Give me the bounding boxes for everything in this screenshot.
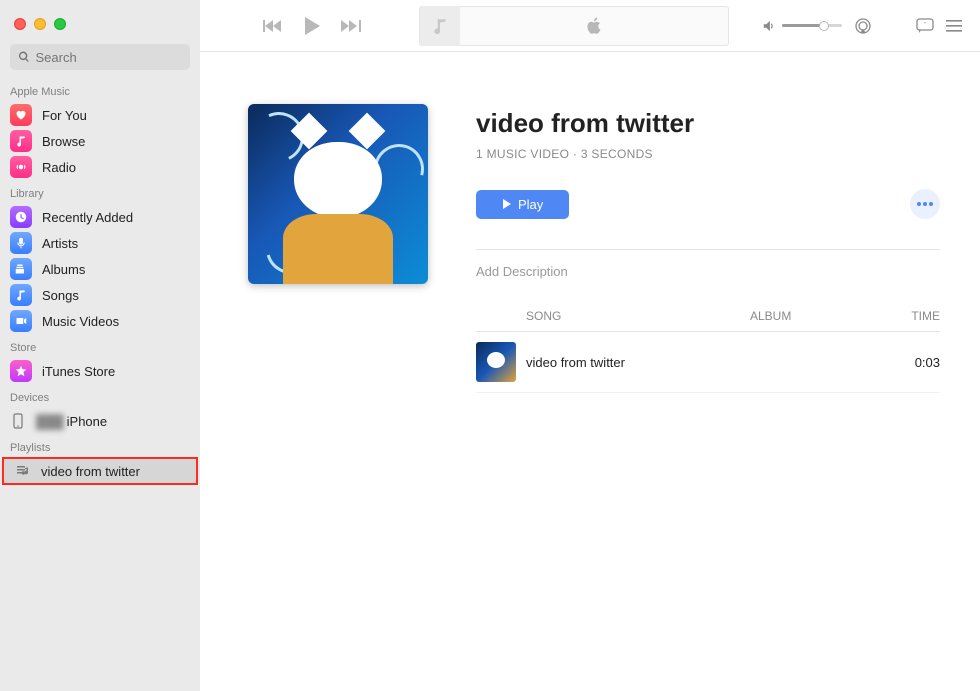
more-icon [917,202,933,206]
track-thumbnail [476,342,516,382]
volume-icon [762,19,776,33]
track-table-header: SONG ALBUM TIME [476,301,940,332]
next-track-button[interactable] [341,19,361,33]
sidebar-item-albums[interactable]: Albums [0,256,200,282]
topbar: ” [200,0,980,52]
search-field[interactable] [10,44,190,70]
radio-icon [10,156,32,178]
heart-icon [10,104,32,126]
playlist-description-input[interactable]: Add Description [476,264,940,279]
sidebar-item-label: Albums [42,262,85,277]
up-next-icon[interactable] [946,19,962,33]
play-button-main[interactable]: Play [476,190,569,219]
sidebar-item-label: Browse [42,134,85,149]
fullscreen-window-button[interactable] [54,18,66,30]
playlist-icon [15,463,31,479]
playlist-cover-art[interactable] [248,104,428,284]
video-icon [10,310,32,332]
lyrics-icon[interactable]: ” [916,18,934,34]
play-icon [502,199,512,209]
previous-track-button[interactable] [263,19,283,33]
track-row[interactable]: video from twitter 0:03 [476,332,940,393]
more-options-button[interactable] [910,189,940,219]
playlist-label: video from twitter [41,464,140,479]
device-name-blurred: ███ [36,414,64,429]
sidebar-item-recently-added[interactable]: Recently Added [0,204,200,230]
now-playing-center [460,17,728,35]
section-head-devices: Devices [0,384,200,408]
sidebar-item-label: Artists [42,236,78,251]
music-note-icon [431,17,449,35]
sidebar-item-label: For You [42,108,87,123]
section-head-library: Library [0,180,200,204]
sidebar-item-music-videos[interactable]: Music Videos [0,308,200,334]
search-icon [18,50,31,64]
svg-text:”: ” [924,22,926,28]
section-head-apple-music: Apple Music [0,78,200,102]
playback-controls [263,16,361,36]
volume-slider[interactable] [782,24,842,27]
albums-icon [10,258,32,280]
column-header-time[interactable]: TIME [890,309,940,323]
sidebar-item-label: Songs [42,288,79,303]
column-header-song[interactable]: SONG [526,309,750,323]
column-header-album[interactable]: ALBUM [750,309,890,323]
mic-icon [10,232,32,254]
sidebar-item-browse[interactable]: Browse [0,128,200,154]
sidebar-item-radio[interactable]: Radio [0,154,200,180]
track-time: 0:03 [890,355,940,370]
airplay-icon[interactable] [854,17,872,35]
sidebar-item-label: iTunes Store [42,364,115,379]
sidebar: Apple Music For You Browse Radio Library… [0,0,200,691]
playlist-subtitle: 1 MUSIC VIDEO · 3 SECONDS [476,147,940,161]
now-playing-artwork [420,6,460,46]
play-button-label: Play [518,197,543,212]
sidebar-item-iphone[interactable]: ███ iPhone [0,408,200,434]
sidebar-item-itunes-store[interactable]: iTunes Store [0,358,200,384]
volume-control[interactable] [762,19,842,33]
sidebar-item-for-you[interactable]: For You [0,102,200,128]
phone-icon [10,413,26,429]
section-head-playlists: Playlists [0,434,200,458]
close-window-button[interactable] [14,18,26,30]
track-title: video from twitter [526,355,750,370]
sidebar-item-playlist-video-from-twitter[interactable]: video from twitter [3,458,197,484]
window-controls [0,8,200,44]
clock-icon [10,206,32,228]
main-area: ” video from twitter 1 MUSIC VIDEO · 3 S… [200,0,980,691]
sidebar-item-label: Music Videos [42,314,119,329]
music-note-icon [10,130,32,152]
playlist-title: video from twitter [476,108,940,139]
sidebar-item-label: Recently Added [42,210,133,225]
search-input[interactable] [36,50,183,65]
sidebar-item-label: Radio [42,160,76,175]
song-icon [10,284,32,306]
sidebar-item-artists[interactable]: Artists [0,230,200,256]
playlist-content: video from twitter 1 MUSIC VIDEO · 3 SEC… [200,52,980,691]
minimize-window-button[interactable] [34,18,46,30]
sidebar-item-label: iPhone [67,414,107,429]
now-playing-display[interactable] [419,6,729,46]
play-button[interactable] [303,16,321,36]
section-head-store: Store [0,334,200,358]
sidebar-item-songs[interactable]: Songs [0,282,200,308]
apple-logo-icon [586,17,602,35]
star-icon [10,360,32,382]
